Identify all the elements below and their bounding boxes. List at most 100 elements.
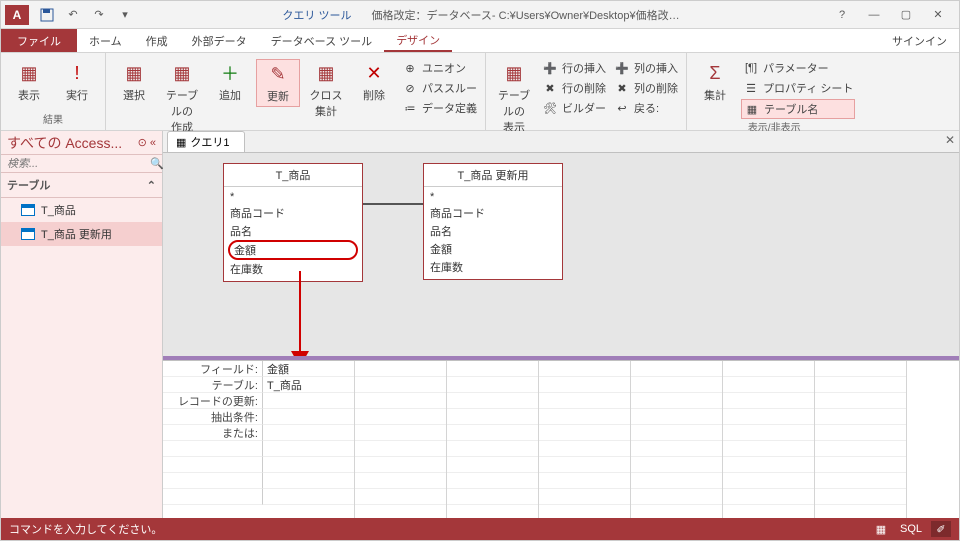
search-icon[interactable]: 🔍 [150,157,164,170]
nav-title[interactable]: すべての Access... [7,133,138,153]
union-query-button[interactable]: ⊕ユニオン [400,59,479,77]
delete-query-button[interactable]: ✕削除 [352,59,396,105]
grid-col-4[interactable] [539,361,631,518]
nav-item-t-shohin-update[interactable]: T_商品 更新用 [1,222,162,246]
ribbon: ▦表示 !実行 結果 ▦選択 ▦テーブルの 作成 ＋追加 ✎更新 ▦クロス 集計… [1,53,959,131]
field-shohin-code[interactable]: 商品コード [230,205,356,221]
datadef-query-button[interactable]: ≔データ定義 [400,99,479,117]
property-icon: ☰ [743,81,759,95]
group-results: ▦表示 !実行 結果 [1,53,106,130]
insert-rows-button[interactable]: ➕行の挿入 [540,59,608,77]
update-query-button[interactable]: ✎更新 [256,59,300,107]
grid-col-5[interactable] [631,361,723,518]
cell-update[interactable] [263,393,354,409]
run-button[interactable]: !実行 [55,59,99,105]
main-area: すべての Access... ⊙ « 🔍 テーブル⌃ T_商品 T_商品 更新用… [1,131,959,518]
close-icon[interactable]: ✕ [923,5,953,25]
builder-button[interactable]: 🛠ビルダー [540,99,608,117]
sql-view-icon[interactable]: SQL [901,521,921,537]
qat-dropdown-icon[interactable]: ▾ [115,5,135,25]
maketable-query-button[interactable]: ▦テーブルの 作成 [160,59,204,137]
save-icon[interactable] [37,5,57,25]
search-input[interactable] [7,158,150,170]
undo-icon[interactable]: ↶ [63,5,83,25]
status-bar: コマンドを入力してください。 ▦ SQL ✐ [1,518,959,540]
cell-table[interactable]: T_商品 [263,377,354,393]
totals-button[interactable]: Σ集計 [693,59,737,105]
field-kingaku[interactable]: 金額 [228,240,358,260]
maketable-icon: ▦ [170,61,194,85]
tab-database-tools[interactable]: データベース ツール [259,29,385,52]
grid-col-6[interactable] [723,361,815,518]
tab-file[interactable]: ファイル [1,29,77,52]
design-grid[interactable]: フィールド: テーブル: レコードの更新: 抽出条件: または: 金額 T_商品 [163,360,959,518]
grid-col-3[interactable] [447,361,539,518]
insert-col-icon: ➕ [614,61,630,75]
parameters-icon: [¶] [743,61,759,75]
field-star[interactable]: * [230,191,356,203]
restore-icon[interactable]: ▢ [891,5,921,25]
table-names-button[interactable]: ▦テーブル名 [741,99,855,119]
cell-criteria[interactable] [263,409,354,425]
property-sheet-button[interactable]: ☰プロパティ シート [741,79,855,97]
field-zaikosuu[interactable]: 在庫数 [230,261,356,277]
cell-or[interactable] [263,425,354,441]
union-icon: ⊕ [402,61,418,75]
cell-field[interactable]: 金額 [263,361,354,377]
app-icon: A [5,5,29,25]
grid-row-labels: フィールド: テーブル: レコードの更新: 抽出条件: または: [163,361,263,518]
tab-external-data[interactable]: 外部データ [180,29,259,52]
append-query-button[interactable]: ＋追加 [208,59,252,105]
label-update-to: レコードの更新: [163,393,263,409]
annotation-arrow [299,271,301,357]
grid-col-7[interactable] [815,361,907,518]
nav-item-t-shohin[interactable]: T_商品 [1,198,162,222]
quick-access-toolbar: ↶ ↷ ▾ [37,5,135,25]
passthrough-icon: ⊘ [402,81,418,95]
grid-col-2[interactable] [355,361,447,518]
design-view-icon[interactable]: ✐ [931,521,951,537]
query-icon: ▦ [176,136,186,149]
append-icon: ＋ [218,61,242,85]
passthrough-query-button[interactable]: ⊘パススルー [400,79,479,97]
nav-collapse-icon[interactable]: ⊙ « [138,136,156,149]
window-title: 価格改定：データベース- C:¥Users¥Owner¥Desktop¥価格改… [371,7,679,23]
parameters-button[interactable]: [¶]パラメーター [741,59,855,77]
group-label-results: 結果 [7,111,99,128]
select-icon: ▦ [122,61,146,85]
doc-tab-query1[interactable]: ▦クエリ1 [167,131,245,152]
select-query-button[interactable]: ▦選択 [112,59,156,105]
field-list-t-shohin-update[interactable]: T_商品 更新用 * 商品コード 品名 金額 在庫数 [423,163,563,280]
help-icon[interactable]: ? [827,5,857,25]
nav-section-tables[interactable]: テーブル⌃ [1,173,162,198]
grid-col-1[interactable]: 金額 T_商品 [263,361,355,518]
field-star[interactable]: * [430,191,556,203]
delete-icon: ✕ [362,61,386,85]
close-document-icon[interactable]: ✕ [945,133,955,147]
tab-design[interactable]: デザイン [384,29,452,52]
field-list-t-shohin[interactable]: T_商品 * 商品コード 品名 金額 在庫数 [223,163,363,282]
table-icon [21,228,35,240]
tab-create[interactable]: 作成 [134,29,180,52]
update-icon: ✎ [266,62,290,86]
datasheet-view-icon[interactable]: ▦ [871,521,891,537]
field-hinmei[interactable]: 品名 [430,223,556,239]
signin-link[interactable]: サインイン [892,29,947,52]
minimize-icon[interactable]: ― [859,5,889,25]
view-button[interactable]: ▦表示 [7,59,51,105]
context-tool-label: クエリ ツール [282,7,351,23]
field-kingaku[interactable]: 金額 [430,241,556,257]
field-shohin-code[interactable]: 商品コード [430,205,556,221]
query-design-canvas[interactable]: T_商品 * 商品コード 品名 金額 在庫数 T_商品 更新用 * 商品コード … [163,153,959,360]
join-line[interactable] [363,203,423,205]
insert-cols-button: ➕列の挿入 [612,59,680,77]
show-table-button[interactable]: ▦テーブルの 表示 [492,59,536,137]
crosstab-query-button[interactable]: ▦クロス 集計 [304,59,348,121]
annotation-arrow-head [291,351,309,360]
tab-home[interactable]: ホーム [77,29,134,52]
field-list-title: T_商品 更新用 [424,164,562,187]
field-hinmei[interactable]: 品名 [230,223,356,239]
delete-rows-button[interactable]: ✖行の削除 [540,79,608,97]
redo-icon[interactable]: ↷ [89,5,109,25]
field-zaikosuu[interactable]: 在庫数 [430,259,556,275]
